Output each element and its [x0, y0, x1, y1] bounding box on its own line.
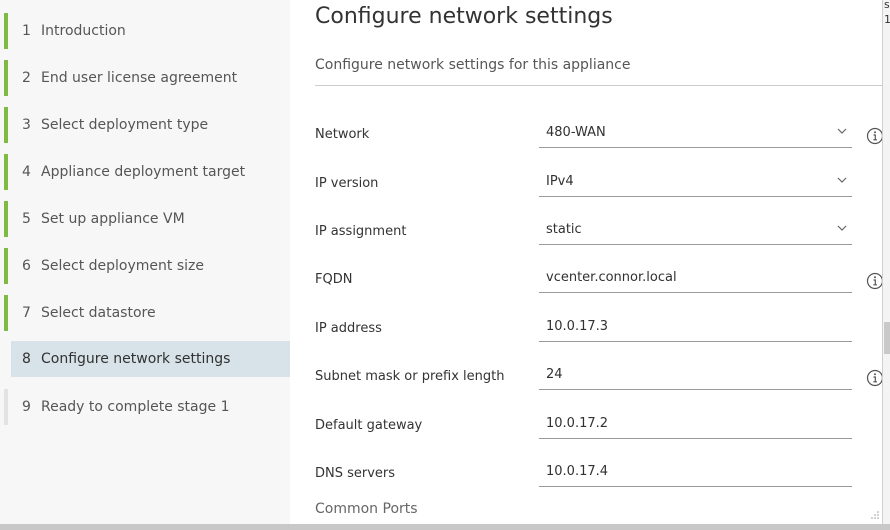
network-value: 480-WAN — [546, 125, 606, 140]
ip-assignment-label: IP assignment — [315, 224, 407, 239]
step-number: 1 — [22, 23, 31, 39]
subnet-input[interactable]: 24 — [539, 359, 852, 390]
dns-value: 10.0.17.4 — [546, 464, 609, 479]
gateway-label: Default gateway — [315, 418, 423, 433]
step-number: 3 — [22, 117, 31, 133]
scrollbar-thumb[interactable] — [884, 322, 890, 354]
step-progress-bar — [4, 201, 8, 237]
bottom-border — [0, 524, 890, 530]
fqdn-input[interactable]: vcenter.connor.local — [539, 262, 852, 293]
ip-assignment-row: IP assignment static — [315, 214, 882, 250]
section-divider — [315, 85, 882, 86]
step-number: 5 — [22, 211, 31, 227]
dns-row: DNS servers 10.0.17.4 — [315, 456, 882, 492]
step-label: Appliance deployment target — [41, 164, 246, 180]
step-number: 4 — [22, 164, 31, 180]
right-edge-text: s — [884, 0, 890, 11]
common-ports-heading: Common Ports — [315, 501, 418, 517]
ip-version-value: IPv4 — [546, 174, 574, 189]
step-network-settings[interactable]: 8 Configure network settings — [11, 341, 290, 377]
page-title: Configure network settings — [315, 4, 613, 29]
ip-assignment-select[interactable]: static — [539, 214, 852, 245]
subnet-label: Subnet mask or prefix length — [315, 369, 505, 384]
step-ready-to-complete[interactable]: 9 Ready to complete stage 1 — [4, 389, 290, 425]
step-label: Configure network settings — [41, 351, 231, 367]
step-progress-bar — [4, 60, 8, 96]
step-number: 7 — [22, 305, 31, 321]
step-number: 9 — [22, 399, 31, 415]
gateway-value: 10.0.17.2 — [546, 416, 609, 431]
ip-version-row: IP version IPv4 — [315, 166, 882, 202]
fqdn-label: FQDN — [315, 272, 353, 287]
step-label: Introduction — [41, 23, 126, 39]
chevron-down-icon — [837, 128, 847, 134]
right-edge-text: 1 — [884, 13, 890, 26]
step-introduction[interactable]: 1 Introduction — [4, 13, 290, 49]
ip-address-value: 10.0.17.3 — [546, 319, 609, 334]
right-edge-panel: s 1 — [882, 0, 890, 530]
network-row: Network 480-WAN — [315, 117, 884, 153]
step-label: End user license agreement — [41, 70, 238, 86]
dns-input[interactable]: 10.0.17.4 — [539, 456, 852, 487]
network-select[interactable]: 480-WAN — [539, 117, 852, 148]
step-deployment-size[interactable]: 6 Select deployment size — [4, 248, 290, 284]
ip-address-label: IP address — [315, 321, 382, 336]
fqdn-row: FQDN vcenter.connor.local — [315, 262, 884, 298]
step-number: 6 — [22, 258, 31, 274]
step-label: Select deployment type — [41, 117, 209, 133]
chevron-down-icon — [837, 177, 847, 183]
step-progress-bar — [4, 13, 8, 49]
ip-address-row: IP address 10.0.17.3 — [315, 311, 882, 347]
step-label: Set up appliance VM — [41, 211, 185, 227]
subnet-value: 24 — [546, 367, 563, 382]
subnet-row: Subnet mask or prefix length 24 — [315, 359, 884, 395]
gateway-row: Default gateway 10.0.17.2 — [315, 408, 882, 444]
step-label: Select datastore — [41, 305, 156, 321]
step-number: 2 — [22, 70, 31, 86]
wizard-stepper: 1 Introduction 2 End user license agreem… — [0, 0, 290, 530]
step-label: Ready to complete stage 1 — [41, 399, 230, 415]
step-deployment-target[interactable]: 4 Appliance deployment target — [4, 154, 290, 190]
step-progress-bar — [4, 295, 8, 331]
step-setup-vm[interactable]: 5 Set up appliance VM — [4, 201, 290, 237]
resize-handle-icon[interactable] — [870, 510, 880, 520]
ip-assignment-value: static — [546, 222, 582, 237]
main-panel: Configure network settings Configure net… — [290, 0, 884, 530]
step-eula[interactable]: 2 End user license agreement — [4, 60, 290, 96]
dns-label: DNS servers — [315, 466, 396, 481]
chevron-down-icon — [837, 225, 847, 231]
network-label: Network — [315, 127, 370, 142]
ip-version-select[interactable]: IPv4 — [539, 166, 852, 197]
step-label: Select deployment size — [41, 258, 204, 274]
gateway-input[interactable]: 10.0.17.2 — [539, 408, 852, 439]
step-datastore[interactable]: 7 Select datastore — [4, 295, 290, 331]
ip-version-label: IP version — [315, 176, 379, 191]
step-progress-bar — [4, 248, 8, 284]
step-progress-bar — [4, 154, 8, 190]
step-progress-bar — [4, 107, 8, 143]
step-progress-bar — [4, 389, 8, 425]
fqdn-value: vcenter.connor.local — [546, 270, 677, 285]
ip-address-input[interactable]: 10.0.17.3 — [539, 311, 852, 342]
step-deployment-type[interactable]: 3 Select deployment type — [4, 107, 290, 143]
page-subtitle: Configure network settings for this appl… — [315, 57, 631, 73]
step-number: 8 — [22, 351, 31, 367]
